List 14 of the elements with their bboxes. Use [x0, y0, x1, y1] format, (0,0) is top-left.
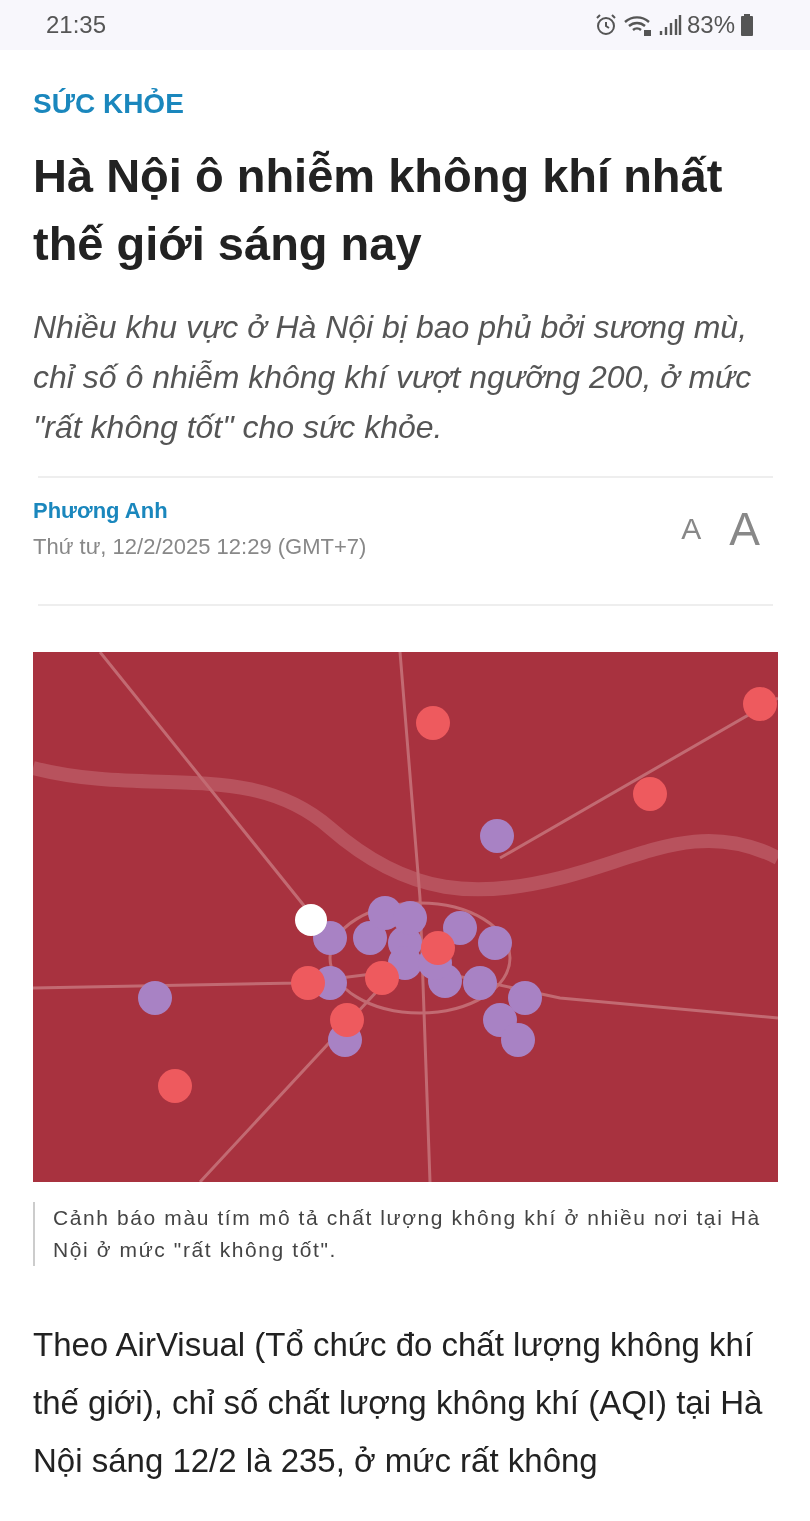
font-decrease-button[interactable]: A — [681, 512, 702, 546]
image-caption: Cảnh báo màu tím mô tả chất lượng không khí ở nhiều nơi tại Hà Nội ở mức "rất không tốt". — [33, 1202, 778, 1266]
author-link[interactable]: Phương Anh — [33, 498, 367, 524]
font-increase-button[interactable]: A — [729, 502, 760, 556]
article-title: Hà Nội ô nhiễm không khí nhất thế giới sáng nay — [33, 148, 724, 272]
wifi-icon — [622, 13, 653, 37]
battery-icon — [740, 13, 754, 37]
category-link[interactable]: SỨC KHỎE — [33, 88, 778, 120]
article-paragraph: Theo AirVisual (Tổ chức đo chất lượng không khí thế giới), chỉ số chất lượng không khí (AQI) tại Hà Nội sáng 12/2 là 235, ở mức rất không — [33, 1325, 764, 1481]
signal-icon — [657, 13, 682, 37]
publish-date: Thứ tư, 12/2/2025 12:29 (GMT+7) — [33, 534, 367, 560]
battery-level: 83% — [686, 11, 735, 39]
clock: 21:35 — [46, 11, 107, 39]
article-lead: Nhiều khu vực ở Hà Nội bị bao phủ bởi sương mù, chỉ số ô nhiễm không khí vượt ngưỡng 200, ở mức "rất không tốt" cho sức khỏe. — [33, 308, 753, 447]
